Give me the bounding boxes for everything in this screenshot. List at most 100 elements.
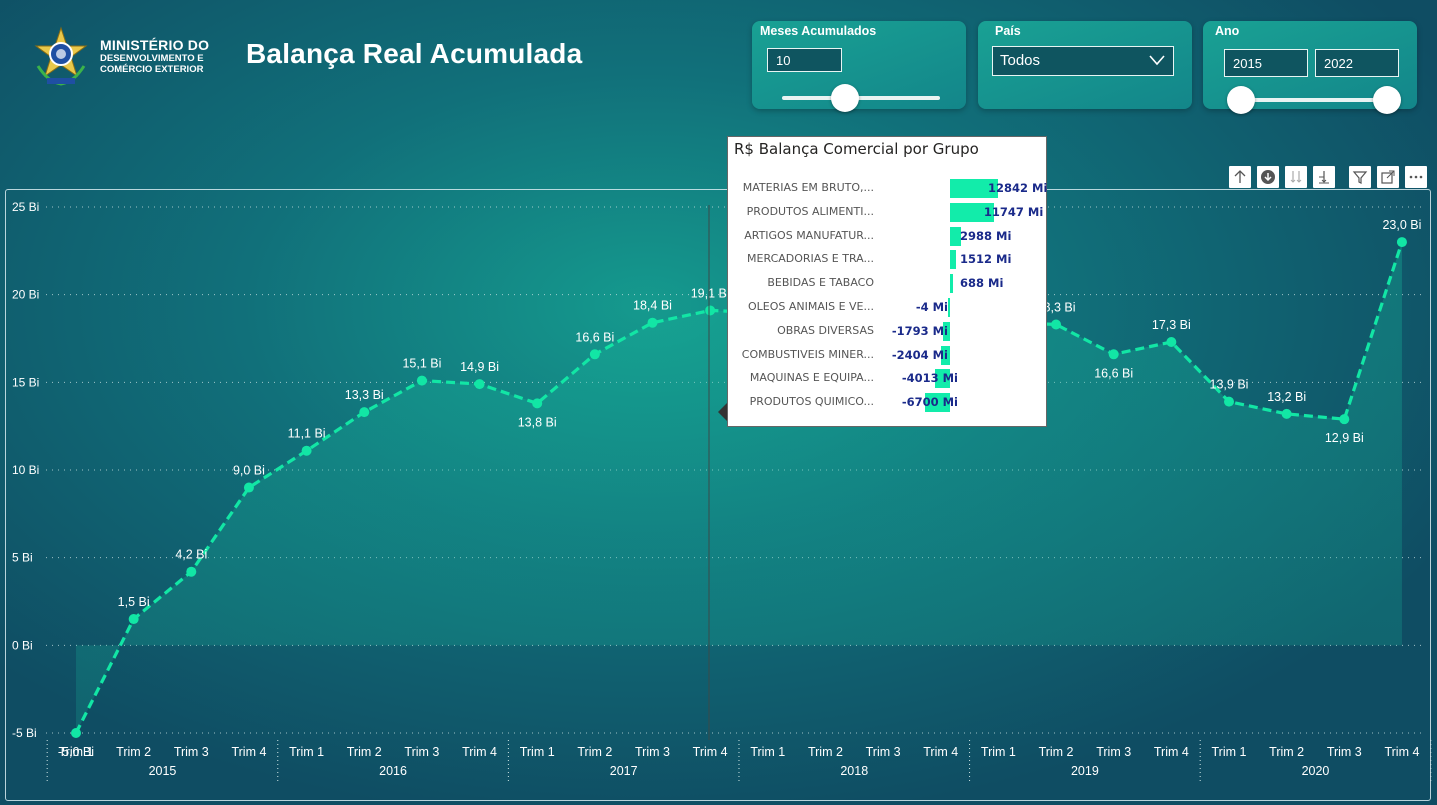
data-point[interactable]	[647, 317, 658, 328]
tooltip-title: R$ Balança Comercial por Grupo	[734, 140, 979, 158]
x-tick-quarter: Trim 2	[116, 745, 151, 759]
tooltip-row: MERCADORIAS E TRA... 1512 Mi	[728, 249, 1048, 271]
data-point[interactable]	[301, 445, 312, 456]
x-tick-quarter: Trim 2	[1269, 745, 1304, 759]
tooltip-category-label: COMBUSTIVEIS MINER...	[741, 347, 874, 361]
data-point[interactable]	[1339, 414, 1350, 425]
x-tick-quarter: Trim 2	[808, 745, 843, 759]
y-tick-label: 10 Bi	[12, 463, 39, 477]
y-tick-label: -5 Bi	[12, 726, 37, 740]
y-tick-label: 20 Bi	[12, 288, 39, 302]
data-point[interactable]	[1051, 319, 1062, 330]
x-tick-quarter: Trim 1	[520, 745, 555, 759]
tooltip-row: PRODUTOS QUIMICO... -6700 Mi	[728, 392, 1048, 414]
data-point[interactable]	[1166, 337, 1177, 348]
x-tick-quarter: Trim 3	[174, 745, 209, 759]
data-point[interactable]	[1108, 349, 1119, 360]
data-point[interactable]	[243, 482, 254, 493]
tooltip-row: MATERIAS EM BRUTO,... 12842 Mi	[728, 178, 1048, 200]
data-label: 16,6 Bi	[575, 330, 614, 344]
data-label: 13,8 Bi	[518, 415, 557, 429]
x-tick-quarter: Trim 2	[577, 745, 612, 759]
x-tick-quarter: Trim 3	[1327, 745, 1362, 759]
data-point[interactable]	[474, 379, 485, 390]
data-label: 13,3 Bi	[345, 388, 384, 402]
tooltip-value-label: -4 Mi	[915, 300, 948, 314]
tooltip-category-label: PRODUTOS QUIMICO...	[749, 395, 874, 409]
x-tick-quarter: Trim 4	[231, 745, 266, 759]
data-point[interactable]	[1396, 237, 1407, 248]
tooltip-row: PRODUTOS ALIMENTI... 11747 Mi	[728, 202, 1048, 224]
x-tick-quarter: Trim 1	[1212, 745, 1247, 759]
x-tick-year: 2020	[1302, 764, 1330, 778]
tooltip-balanca-por-grupo: R$ Balança Comercial por Grupo MATERIAS …	[727, 136, 1047, 427]
tooltip-value-label: 1512 Mi	[960, 252, 1012, 267]
data-point[interactable]	[1224, 396, 1234, 407]
x-tick-year: 2015	[149, 764, 177, 778]
data-label: 18,4 Bi	[633, 299, 672, 313]
tooltip-bar	[950, 274, 953, 294]
data-label: 4,2 Bi	[175, 548, 207, 562]
x-tick-quarter: Trim 1	[289, 745, 324, 759]
tooltip-bar	[950, 250, 956, 270]
tooltip-value-label: 12842 Mi	[988, 181, 1048, 195]
tooltip-row: OLEOS ANIMAIS E VE... -4 Mi	[728, 297, 1048, 319]
y-tick-label: 0 Bi	[12, 638, 33, 652]
tooltip-row: OBRAS DIVERSAS -1793 Mi	[728, 321, 1048, 343]
tooltip-value-label: -4013 Mi	[901, 371, 958, 386]
x-tick-quarter: Trim 3	[404, 745, 439, 759]
y-tick-label: 5 Bi	[12, 551, 33, 565]
tooltip-category-label: MATERIAS EM BRUTO,...	[742, 181, 874, 194]
y-tick-label: 25 Bi	[12, 200, 39, 214]
tooltip-category-label: PRODUTOS ALIMENTI...	[746, 204, 874, 218]
tooltip-category-label: OBRAS DIVERSAS	[777, 323, 874, 337]
tooltip-value-label: 688 Mi	[960, 276, 1004, 291]
data-point[interactable]	[589, 349, 600, 360]
x-tick-quarter: Trim 4	[923, 745, 958, 759]
data-point[interactable]	[71, 728, 81, 738]
data-label: 11,1 Bi	[288, 427, 326, 441]
tooltip-row: COMBUSTIVEIS MINER... -2404 Mi	[728, 345, 1048, 367]
tooltip-row: MAQUINAS E EQUIPA... -4013 Mi	[728, 368, 1048, 390]
x-tick-quarter: Trim 4	[462, 745, 497, 759]
data-label: 15,1 Bi	[402, 357, 441, 371]
tooltip-value-label: -6700 Mi	[901, 395, 958, 410]
tooltip-category-label: MERCADORIAS E TRA...	[747, 252, 874, 266]
data-point[interactable]	[416, 375, 427, 386]
tooltip-value-label: 11747 Mi	[983, 204, 1044, 219]
tooltip-value-label: -2404 Mi	[891, 347, 948, 362]
tooltip-row: BEBIDAS E TABACO 688 Mi	[728, 273, 1048, 295]
x-tick-year: 2017	[610, 764, 638, 778]
data-point[interactable]	[359, 407, 370, 418]
data-label: 23,0 Bi	[1382, 218, 1421, 232]
x-tick-quarter: Trim 1	[59, 745, 94, 759]
tooltip-value-label: -1793 Mi	[891, 323, 948, 338]
tooltip-bar	[948, 298, 950, 317]
x-tick-quarter: Trim 2	[1039, 745, 1074, 759]
data-label: 1,5 Bi	[118, 595, 150, 609]
data-label: 16,6 Bi	[1094, 366, 1133, 380]
tooltip-category-label: OLEOS ANIMAIS E VE...	[747, 300, 874, 313]
x-tick-quarter: Trim 1	[750, 745, 785, 759]
y-tick-label: 15 Bi	[12, 375, 39, 389]
x-tick-quarter: Trim 2	[347, 745, 382, 759]
data-point[interactable]	[532, 398, 543, 409]
x-tick-quarter: Trim 4	[1154, 745, 1189, 759]
data-label: 9,0 Bi	[233, 464, 265, 478]
x-tick-quarter: Trim 3	[1096, 745, 1131, 759]
tooltip-category-label: ARTIGOS MANUFATUR...	[744, 228, 874, 242]
tooltip-category-label: BEBIDAS E TABACO	[767, 276, 874, 290]
x-tick-quarter: Trim 3	[635, 745, 670, 759]
data-point[interactable]	[1281, 408, 1292, 419]
data-point[interactable]	[128, 614, 139, 625]
x-tick-year: 2019	[1071, 764, 1099, 778]
data-label: 13,2 Bi	[1267, 390, 1306, 404]
data-label: 17,3 Bi	[1152, 318, 1191, 332]
x-tick-quarter: Trim 3	[866, 745, 901, 759]
data-point[interactable]	[186, 566, 197, 577]
data-point[interactable]	[705, 305, 716, 316]
data-label: 19,1 Bi	[691, 286, 730, 300]
data-label: 12,9 Bi	[1325, 431, 1364, 445]
x-tick-year: 2018	[840, 764, 868, 778]
data-label: 13,9 Bi	[1210, 378, 1249, 392]
